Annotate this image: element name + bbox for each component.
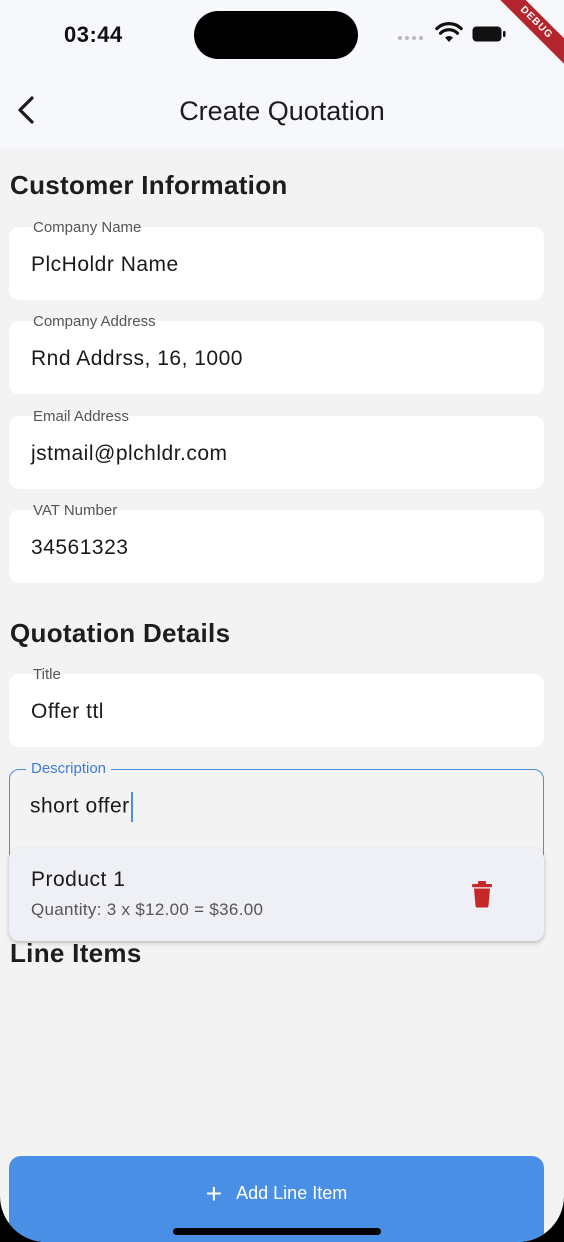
page-title: Create Quotation [179,96,385,126]
plus-icon: + [205,1178,223,1209]
dynamic-island [194,11,358,59]
title-label: Title [33,666,61,683]
description-value[interactable]: short offer [30,795,130,818]
text-cursor [130,792,133,822]
line-item-detail: Quantity: 3 x $12.00 = $36.00 [31,900,264,919]
line-item-name: Product 1 [31,868,126,891]
quotation-details-heading: Quotation Details [10,618,231,648]
status-time: 03:44 [64,22,123,47]
cellular-signal-icon [398,36,423,40]
description-value-wrapper[interactable]: short offer [30,792,133,822]
wifi-icon [435,22,463,42]
company-name-label: Company Name [33,219,142,236]
home-indicator [173,1228,381,1235]
vat-number-value[interactable]: 34561323 [31,536,128,560]
company-name-value[interactable]: PlcHoldr Name [31,253,179,277]
email-address-value[interactable]: jstmail@plchldr.com [31,442,228,466]
app-bar: Create Quotation [0,70,564,148]
app-screen: 03:44 DEBUG Create Quotation Customer In… [0,0,564,1242]
status-bar: 03:44 DEBUG [0,0,564,72]
email-address-field[interactable]: Email Address jstmail@plchldr.com [9,408,544,489]
line-item-card[interactable]: Product 1 Quantity: 3 x $12.00 = $36.00 [9,848,544,941]
title-value[interactable]: Offer ttl [31,700,104,724]
company-address-value[interactable]: Rnd Addrss, 16, 1000 [31,347,243,371]
line-items-heading: Line Items [10,938,142,968]
customer-info-heading: Customer Information [10,170,288,200]
title-field[interactable]: Title Offer ttl [9,666,544,747]
company-name-field[interactable]: Company Name PlcHoldr Name [9,219,544,300]
battery-icon [472,26,506,42]
description-label: Description [26,760,112,777]
add-line-item-label: Add Line Item [236,1182,348,1203]
company-address-label: Company Address [33,313,156,330]
trash-icon[interactable] [469,880,495,908]
email-address-label: Email Address [33,408,129,425]
vat-number-field[interactable]: VAT Number 34561323 [9,502,544,583]
add-line-item-content: + Add Line Item [9,1180,544,1208]
company-address-field[interactable]: Company Address Rnd Addrss, 16, 1000 [9,313,544,394]
vat-number-label: VAT Number [33,502,118,519]
